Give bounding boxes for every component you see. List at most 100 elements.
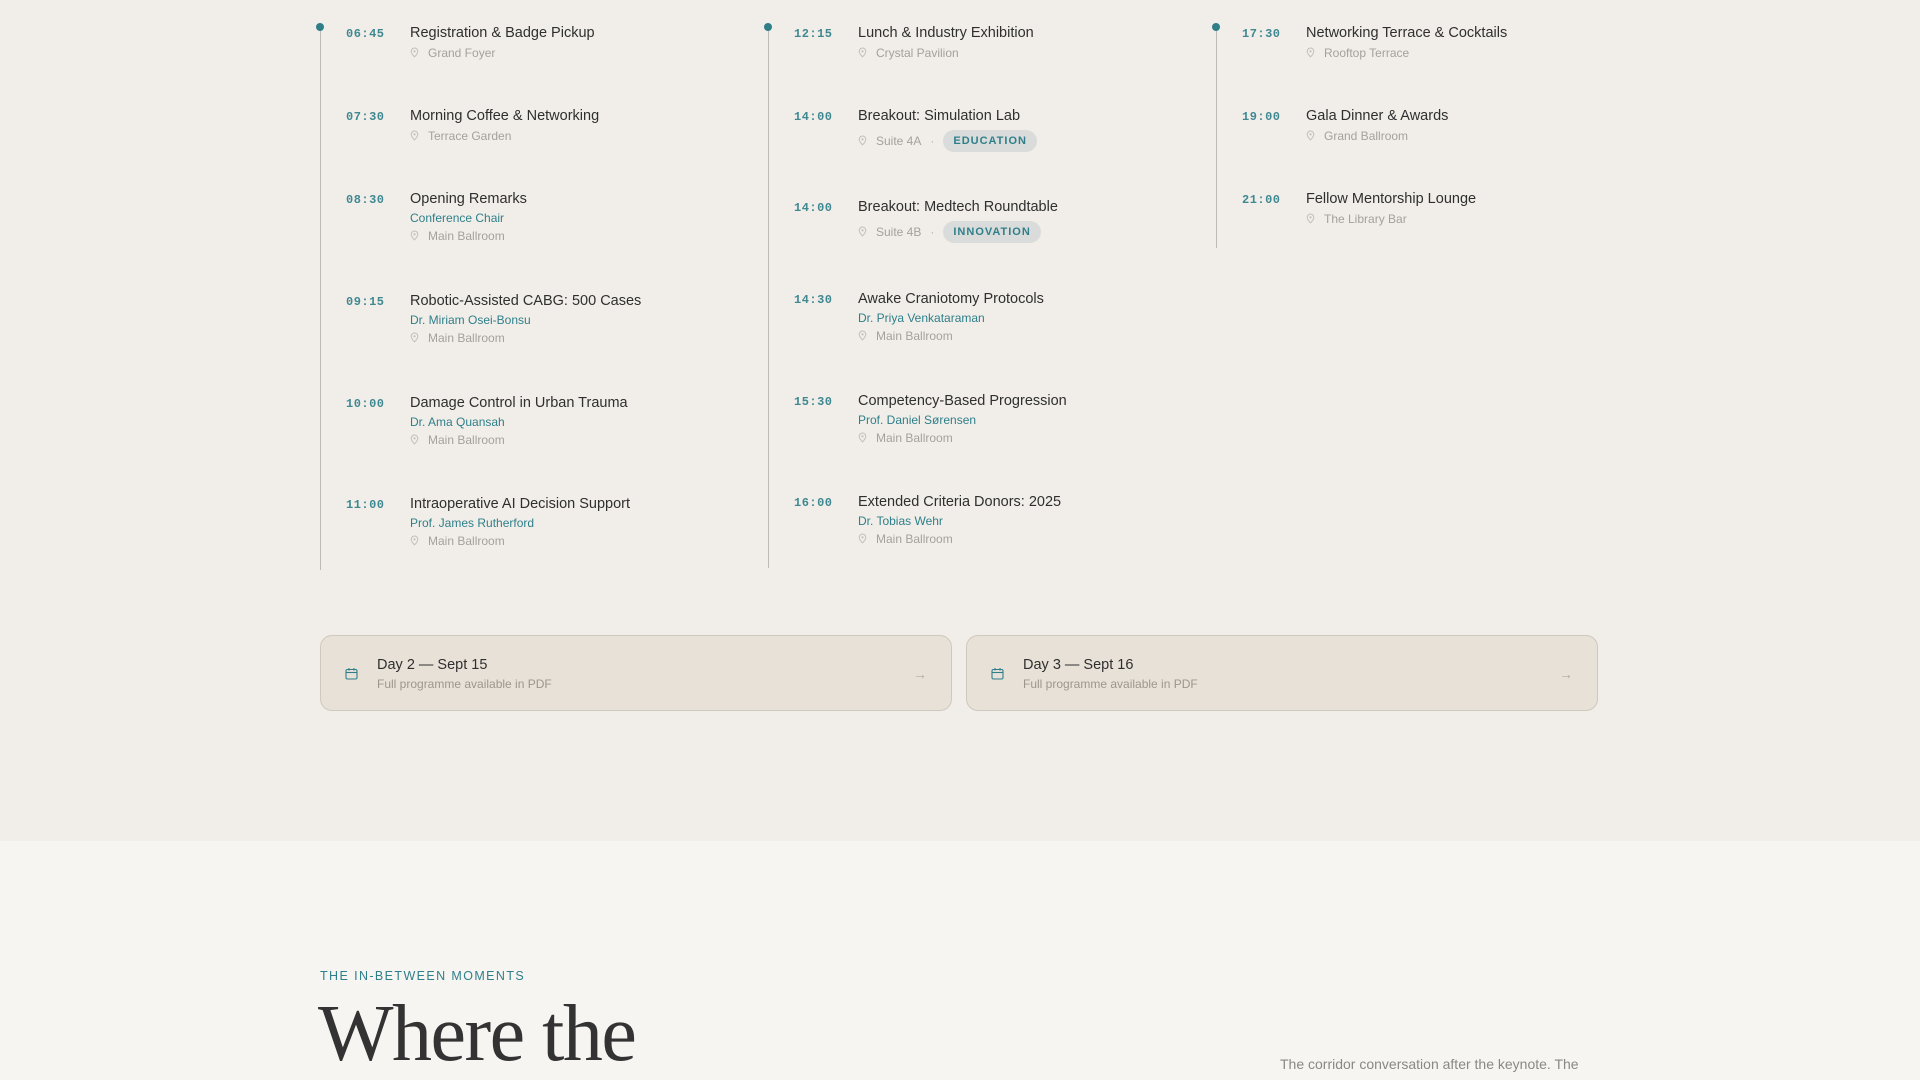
timeline-dot (316, 23, 324, 31)
event-speaker[interactable]: Conference Chair (410, 210, 527, 226)
map-pin-icon (410, 535, 420, 547)
calendar-icon (991, 667, 1004, 685)
map-pin-icon (410, 434, 420, 446)
event-location-label: Main Ballroom (876, 329, 953, 343)
event-location: Main Ballroom (410, 330, 641, 346)
event-location-label: The Library Bar (1324, 212, 1407, 226)
event-title: Intraoperative AI Decision Support (410, 496, 631, 512)
event-title: Damage Control in Urban Trauma (410, 395, 628, 411)
schedule-timeline: 06:45 Registration & Badge Pickup Grand … (316, 0, 1600, 580)
event-location: Grand Foyer (410, 45, 595, 61)
section-lede: The corridor conversation after the keyn… (1280, 1056, 1579, 1072)
map-pin-icon (858, 533, 868, 545)
event-location-label: Main Ballroom (428, 433, 505, 447)
event-speaker[interactable]: Prof. James Rutherford (410, 515, 630, 531)
event-speaker[interactable]: Dr. Priya Venkataraman (858, 310, 1044, 326)
event-title: Breakout: Simulation Lab (858, 108, 1021, 124)
event-location: Grand Ballroom (1306, 128, 1448, 144)
category-tag: INNOVATION (943, 221, 1041, 243)
event-location-label: Grand Ballroom (1324, 129, 1409, 143)
event-title: Robotic-Assisted CABG: 500 Cases (410, 293, 642, 309)
event-title: Fellow Mentorship Lounge (1306, 191, 1477, 207)
separator-dot: · (930, 134, 935, 148)
event-title: Registration & Badge Pickup (410, 25, 595, 41)
event-title: Networking Terrace & Cocktails (1306, 25, 1508, 41)
day-card-day-2[interactable]: Day 2 — Sept 15 Full programme available… (320, 635, 952, 711)
calendar-icon (345, 667, 358, 685)
event-time: 06:45 (346, 27, 385, 41)
event-time: 07:30 (346, 110, 385, 124)
in-between-moments-section: THE IN-BETWEEN MOMENTS Where the The cor… (0, 841, 1920, 1080)
timeline-rail (768, 26, 769, 568)
event-time: 08:30 (346, 193, 385, 207)
day-card-day-3[interactable]: Day 3 — Sept 16 Full programme available… (966, 635, 1598, 711)
map-pin-icon (1306, 130, 1316, 142)
map-pin-icon (858, 135, 868, 147)
event-location: Main Ballroom (410, 533, 630, 549)
event-location-label: Grand Foyer (428, 46, 496, 60)
map-pin-icon (1306, 47, 1316, 59)
event-time: 19:00 (1242, 110, 1281, 124)
day-cards: Day 2 — Sept 15 Full programme available… (320, 635, 1600, 713)
map-pin-icon (410, 230, 420, 242)
event-time: 21:00 (1242, 193, 1281, 207)
event-location-label: Suite 4B (876, 225, 922, 239)
event-location: Main Ballroom (858, 430, 1067, 446)
event-time: 14:00 (794, 110, 833, 124)
event-speaker[interactable]: Prof. Daniel Sørensen (858, 412, 1067, 428)
event-time: 12:15 (794, 27, 833, 41)
day-card-subtitle: Full programme available in PDF (377, 677, 552, 691)
event-location-label: Crystal Pavilion (876, 46, 959, 60)
category-tag: EDUCATION (943, 130, 1037, 152)
map-pin-icon (858, 432, 868, 444)
event-time: 14:30 (794, 293, 833, 307)
event-location: Suite 4B · INNOVATION (858, 221, 1058, 243)
event-time: 14:00 (794, 201, 833, 215)
day-card-subtitle: Full programme available in PDF (1023, 677, 1198, 691)
event-location-label: Main Ballroom (428, 331, 505, 345)
day-card-title: Day 2 — Sept 15 (377, 657, 488, 673)
section-headline: Where the (318, 990, 637, 1078)
day-card-title: Day 3 — Sept 16 (1023, 657, 1134, 673)
timeline-rail (320, 26, 321, 570)
event-location-label: Main Ballroom (876, 431, 953, 445)
event-location: Main Ballroom (410, 228, 527, 244)
timeline-dot (1212, 23, 1220, 31)
event-location-label: Rooftop Terrace (1324, 46, 1410, 60)
event-title: Competency-Based Progression (858, 393, 1067, 409)
event-location: Main Ballroom (858, 531, 1061, 547)
event-title: Opening Remarks (410, 191, 527, 207)
event-location: Suite 4A · EDUCATION (858, 130, 1037, 152)
event-speaker[interactable]: Dr. Tobias Wehr (858, 513, 1061, 529)
map-pin-icon (858, 226, 868, 238)
event-title: Morning Coffee & Networking (410, 108, 600, 124)
map-pin-icon (410, 47, 420, 59)
map-pin-icon (1306, 213, 1316, 225)
timeline-dot (764, 23, 772, 31)
event-location: Crystal Pavilion (858, 45, 1034, 61)
timeline-rail (1216, 26, 1217, 248)
section-eyebrow: THE IN-BETWEEN MOMENTS (320, 969, 526, 983)
event-speaker[interactable]: Dr. Miriam Osei-Bonsu (410, 312, 641, 328)
event-location-label: Terrace Garden (428, 129, 512, 143)
map-pin-icon (858, 330, 868, 342)
event-title: Lunch & Industry Exhibition (858, 25, 1034, 41)
arrow-right-icon: → (913, 666, 927, 682)
event-location-label: Main Ballroom (428, 534, 505, 548)
event-time: 11:00 (346, 498, 385, 512)
event-speaker[interactable]: Dr. Ama Quansah (410, 414, 628, 430)
map-pin-icon (858, 47, 868, 59)
event-location: Main Ballroom (858, 328, 1044, 344)
event-location-label: Main Ballroom (428, 229, 505, 243)
event-location: Main Ballroom (410, 432, 628, 448)
event-time: 16:00 (794, 496, 833, 510)
event-title: Gala Dinner & Awards (1306, 108, 1449, 124)
event-time: 17:30 (1242, 27, 1281, 41)
event-location-label: Suite 4A (876, 134, 922, 148)
event-location: Rooftop Terrace (1306, 45, 1507, 61)
event-title: Breakout: Medtech Roundtable (858, 199, 1058, 215)
event-title: Awake Craniotomy Protocols (858, 291, 1044, 307)
event-time: 10:00 (346, 397, 385, 411)
event-location: The Library Bar (1306, 211, 1476, 227)
event-location-label: Main Ballroom (876, 532, 953, 546)
